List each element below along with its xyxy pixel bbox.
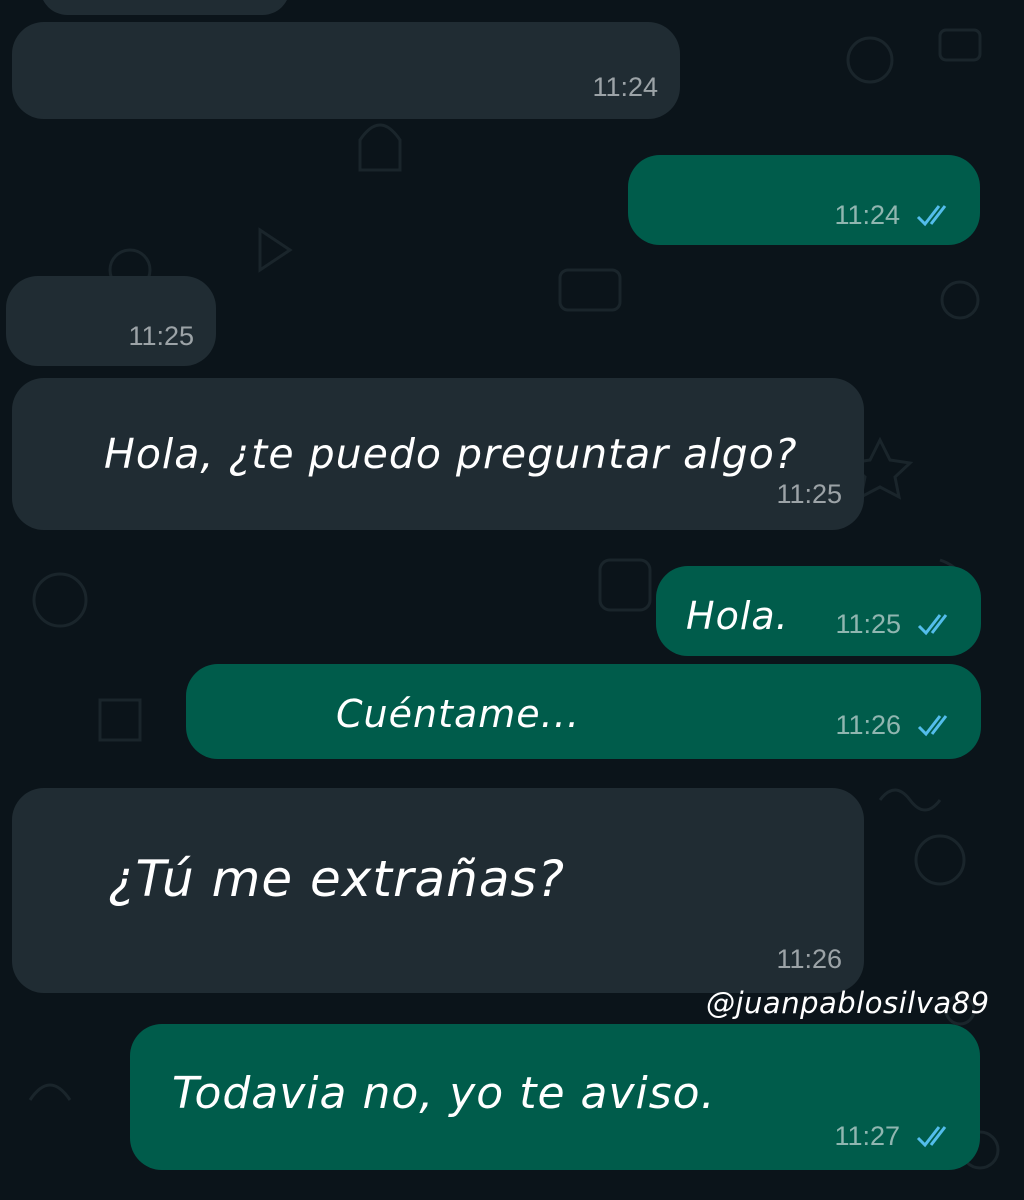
message-bubble-incoming[interactable]: 11:25 — [6, 276, 216, 366]
author-watermark: @juanpablosilva89 — [706, 986, 990, 1020]
message-text: Todavia no, yo te aviso. — [172, 1068, 716, 1119]
message-text: Hola, ¿te puedo preguntar algo? — [104, 430, 798, 478]
double-check-icon — [916, 1126, 947, 1148]
message-timestamp: 11:24 — [592, 72, 658, 102]
message-bubble-outgoing[interactable]: Todavia no, yo te aviso. 11:27 — [130, 1024, 980, 1170]
double-check-icon — [917, 614, 948, 636]
message-timestamp: 11:25 — [835, 609, 901, 639]
message-timestamp: 11:26 — [776, 944, 842, 974]
message-bubble-outgoing[interactable]: 11:24 — [628, 155, 980, 245]
message-bubble-incoming[interactable]: ¿Tú me extrañas? 11:26 — [12, 788, 864, 993]
message-bubble-outgoing[interactable]: Hola. 11:25 — [656, 566, 981, 656]
double-check-icon — [917, 715, 948, 737]
message-timestamp: 11:26 — [835, 710, 901, 740]
double-check-icon — [916, 205, 947, 227]
message-bubble-incoming[interactable]: Hola, ¿te puedo preguntar algo? 11:25 — [12, 378, 864, 530]
message-timestamp: 11:25 — [128, 321, 194, 351]
message-bubble-outgoing[interactable]: Cuéntame... 11:26 — [186, 664, 981, 759]
message-text: Cuéntame... — [336, 692, 580, 736]
message-text: ¿Tú me extrañas? — [108, 850, 566, 908]
message-bubble-incoming[interactable]: 11:24 — [12, 22, 680, 119]
message-timestamp: 11:25 — [776, 479, 842, 509]
message-bubble-partial-top — [40, 0, 290, 15]
message-timestamp: 11:24 — [834, 200, 900, 230]
message-timestamp: 11:27 — [834, 1121, 900, 1151]
message-text: Hola. — [686, 594, 789, 638]
